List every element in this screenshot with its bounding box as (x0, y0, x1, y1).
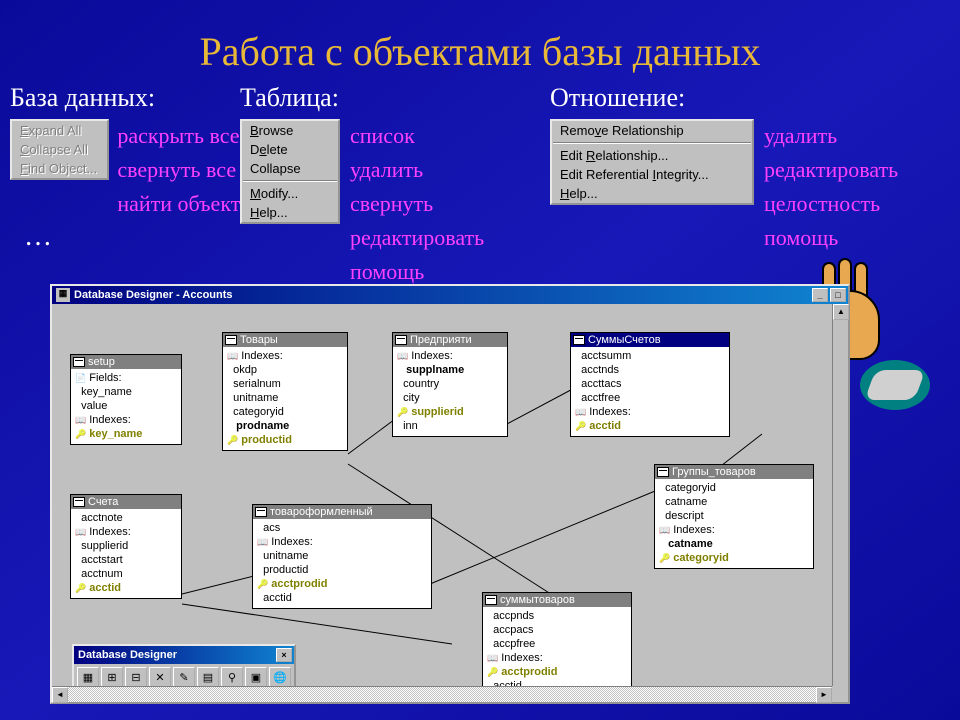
tool-remove-table[interactable]: ⊟ (125, 667, 147, 686)
menu-browse[interactable]: Browse (242, 121, 338, 140)
menu-help2[interactable]: Help... (552, 184, 752, 203)
table-tovaroformlennyy[interactable]: товароформленный acs Indexes: unitname p… (252, 504, 432, 609)
tool-browse[interactable]: ▤ (197, 667, 219, 686)
ru-modify: редактировать (350, 225, 484, 251)
menu-delete[interactable]: Delete (242, 140, 338, 159)
tool-add-table[interactable]: ⊞ (101, 667, 123, 686)
db-section-label: База данных: (10, 83, 240, 113)
menu-find-object[interactable]: Find Object... (12, 159, 107, 178)
ru-remove: удалить (764, 123, 898, 149)
menu-remove-rel[interactable]: Remove Relationship (552, 121, 752, 140)
table-predpriyati[interactable]: Предприяти Indexes: supplname country ci… (392, 332, 508, 437)
table-tovary[interactable]: Товары Indexes: okdp serialnum unitname … (222, 332, 348, 451)
ru-help2: помощь (764, 225, 898, 251)
designer-toolbox[interactable]: Database Designer × ▦ ⊞ ⊟ ✕ ✎ ▤ ⚲ ▣ 🌐 (72, 644, 296, 686)
horizontal-scrollbar[interactable]: ◄► (52, 686, 832, 702)
system-menu-icon[interactable]: ▦ (56, 288, 70, 302)
table-summytovarov[interactable]: суммытоваров accpnds accpacs accpfree In… (482, 592, 632, 686)
ru-expand: раскрыть все (117, 123, 240, 149)
table-scheta[interactable]: Счета acctnote Indexes: supplierid accts… (70, 494, 182, 599)
designer-title: Database Designer - Accounts (74, 289, 233, 301)
minimize-button[interactable]: _ (812, 288, 828, 302)
menu-help[interactable]: Help... (242, 203, 338, 222)
toolbox-close[interactable]: × (276, 648, 292, 662)
ru-help: помощь (350, 259, 484, 285)
table-gruppy-tovarov[interactable]: Группы_товаров categoryid catname descri… (654, 464, 814, 569)
ru-edit: редактировать (764, 157, 898, 183)
designer-titlebar[interactable]: ▦ Database Designer - Accounts _ □ (52, 286, 848, 304)
page-title: Работа с объектами базы данных (0, 0, 960, 75)
tool-new-remote[interactable]: ✕ (149, 667, 171, 686)
table-summyschetov[interactable]: СуммыСчетов acctsumm acctnds accttacs ac… (570, 332, 730, 437)
db-context-menu[interactable]: Expand All Collapse All Find Object... (10, 119, 109, 180)
tool-connection[interactable]: ⚲ (221, 667, 243, 686)
menu-expand-all[interactable]: Expand All (12, 121, 107, 140)
rel-context-menu[interactable]: Remove Relationship Edit Relationship...… (550, 119, 754, 205)
menu-edit-ref[interactable]: Edit Referential Integrity... (552, 165, 752, 184)
table-icon (73, 357, 85, 367)
ru-find: найти объект (117, 191, 240, 217)
tool-edit-sp[interactable]: ▣ (245, 667, 267, 686)
table-context-menu[interactable]: Browse Delete Collapse Modify... Help... (240, 119, 340, 224)
rel-section-label: Отношение: (550, 83, 950, 113)
ru-delete: удалить (350, 157, 484, 183)
menu-modify[interactable]: Modify... (242, 184, 338, 203)
database-designer-window[interactable]: ▦ Database Designer - Accounts _ □ setup… (50, 284, 850, 704)
menu-edit-rel[interactable]: Edit Relationship... (552, 146, 752, 165)
menu-collapse-all[interactable]: Collapse All (12, 140, 107, 159)
ellipsis: … (10, 217, 240, 253)
maximize-button[interactable]: □ (830, 288, 846, 302)
table-section-label: Таблица: (240, 83, 550, 113)
ru-collapse2: свернуть (350, 191, 484, 217)
tool-new-table[interactable]: ▦ (77, 667, 99, 686)
menu-collapse[interactable]: Collapse (242, 159, 338, 178)
toolbox-title: Database Designer (78, 649, 177, 661)
vertical-scrollbar[interactable]: ▲ (832, 304, 848, 686)
table-setup[interactable]: setup Fields: key_name value Indexes: ke… (70, 354, 182, 445)
ru-integrity: целостность (764, 191, 898, 217)
tool-modify[interactable]: ✎ (173, 667, 195, 686)
ru-collapse: свернуть все (117, 157, 240, 183)
designer-canvas[interactable]: setup Fields: key_name value Indexes: ke… (52, 304, 848, 686)
tool-help[interactable]: 🌐 (269, 667, 291, 686)
ru-browse: список (350, 123, 484, 149)
